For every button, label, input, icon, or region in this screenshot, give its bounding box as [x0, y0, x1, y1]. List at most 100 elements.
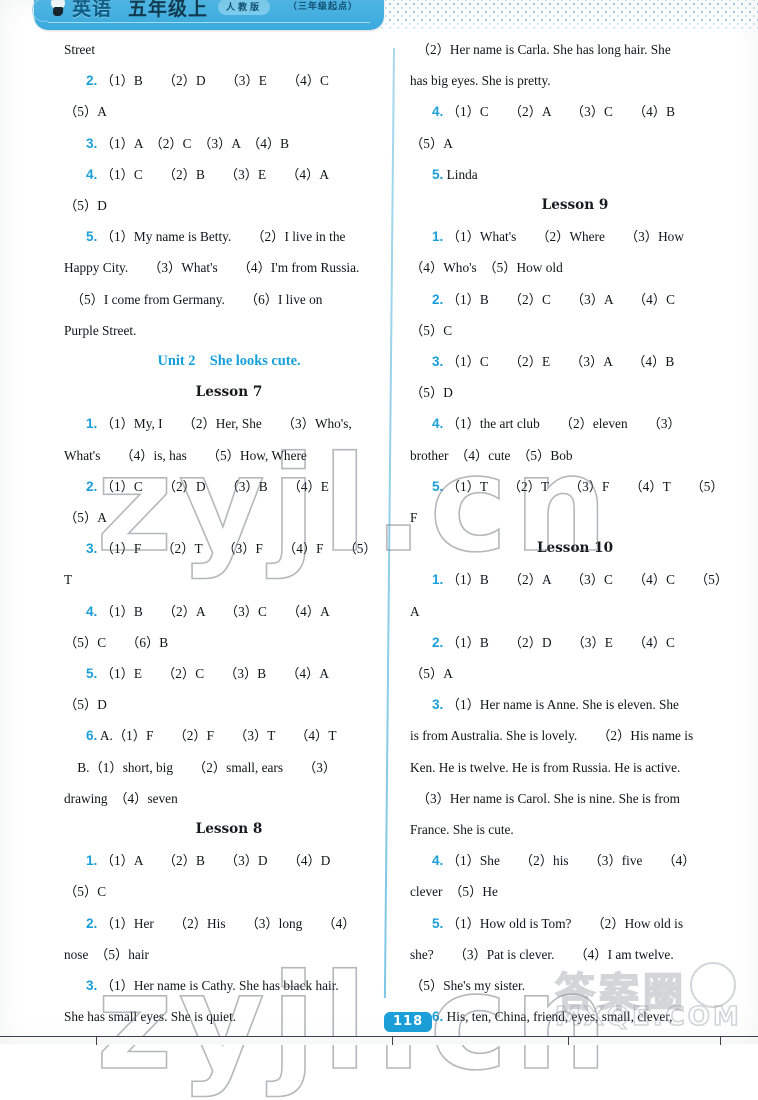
- item-text: （1）C （2）D （3）B （4）E: [97, 478, 329, 494]
- item-text: （1）My name is Betty. （2）I live in the: [97, 229, 346, 245]
- answer-text: （2）Her name is Carla. She has long hair.…: [410, 42, 671, 57]
- item-number: 2.: [432, 291, 444, 307]
- item-number: 4.: [432, 416, 444, 432]
- item-number: 2.: [86, 478, 98, 494]
- answer-item: 5. （1）How old is Tom? （2）How old is: [410, 908, 740, 939]
- answer-text: （5）A: [410, 135, 453, 151]
- answer-text: nose （5）hair: [64, 946, 149, 962]
- answer-text: A: [410, 603, 420, 619]
- right-column: （2）Her name is Carla. She has long hair.…: [410, 34, 740, 1033]
- item-text: Linda: [443, 166, 478, 182]
- item-number: 5.: [432, 166, 444, 182]
- lesson-title: Lesson 8: [195, 821, 263, 838]
- item-text: A.（1）F （2）F （3）T （4）T: [97, 728, 337, 744]
- item-number: 6.: [86, 728, 98, 744]
- item-number: 4.: [86, 603, 98, 619]
- item-number: 5.: [432, 478, 444, 494]
- item-number: 2.: [86, 915, 98, 931]
- item-number: 3.: [86, 541, 98, 557]
- answer-text: （5）A: [64, 510, 107, 526]
- page-body: Street 2. （1）B （2）D （3）E （4）C （5）A 3. （1）A …: [0, 34, 758, 1100]
- item-number: 3.: [432, 354, 444, 370]
- item-number: 1.: [432, 572, 444, 588]
- answer-item: 1. （1）B （2）A （3）C （4）C （5）: [410, 564, 740, 595]
- item-text: （1）A （2）B （3）D （4）D: [97, 853, 331, 869]
- answer-item: 3. （1）C （2）E （3）A （4）B: [410, 346, 740, 377]
- item-number: 3.: [432, 697, 444, 713]
- answer-text: drawing （4）seven: [64, 790, 178, 806]
- answer-item: 5. （1）T （2）T （3）F （4）T （5）: [410, 471, 740, 502]
- item-number: 6.: [432, 1009, 444, 1025]
- answer-item: 2. （1）B （2）C （3）A （4）C: [410, 284, 740, 315]
- answer-text: T: [64, 572, 73, 588]
- page-number-badge: 118: [384, 1012, 433, 1032]
- answer-text: has big eyes. She is pretty.: [410, 73, 551, 89]
- answer-item: 5. Linda: [410, 159, 740, 190]
- answer-text: （5）D: [64, 198, 107, 214]
- item-number: 4.: [432, 853, 444, 869]
- item-text: His, ten, China, friend, eyes, small, cl…: [443, 1009, 673, 1025]
- item-number: 3.: [86, 135, 98, 151]
- item-number: 4.: [86, 166, 98, 182]
- answer-text: Street: [64, 42, 96, 57]
- item-text: （1）How old is Tom? （2）How old is: [443, 915, 683, 931]
- answer-text: （5）I come from Germany. （6）I live on: [64, 291, 323, 307]
- answer-item: 1. （1）A （2）B （3）D （4）D: [64, 845, 394, 876]
- item-text: （1）T （2）T （3）F （4）T （5）: [443, 478, 724, 494]
- item-text: （1）She （2）his （3）five （4）: [443, 853, 696, 869]
- answer-text: she? （3）Pat is clever. （4）I am twelve.: [410, 946, 674, 962]
- answer-item: 3. （1）Her name is Cathy. She has black h…: [64, 970, 394, 1001]
- left-column: Street 2. （1）B （2）D （3）E （4）C （5）A 3. （1）A …: [64, 34, 394, 1033]
- item-text: （1）Her name is Anne. She is eleven. She: [443, 697, 679, 713]
- answer-item: 5. （1）E （2）C （3）B （4）A: [64, 658, 394, 689]
- item-text: （1）My, I （2）Her, She （3）Who's,: [97, 416, 352, 432]
- item-text: （1）B （2）D （3）E （4）C: [97, 73, 329, 89]
- item-number: 1.: [432, 229, 444, 245]
- answer-text: France. She is cute.: [410, 822, 514, 838]
- unit-title: Unit 2 She looks cute.: [157, 353, 301, 370]
- lesson-title: Lesson 10: [536, 540, 614, 557]
- answer-text: （5）A: [64, 104, 107, 120]
- item-text: （1）B （2）C （3）A （4）C: [443, 291, 675, 307]
- header-grade: 五年级上: [128, 0, 209, 20]
- item-number: 1.: [86, 416, 98, 432]
- item-text: （1）C （2）B （3）E （4）A: [97, 166, 329, 182]
- answer-text: （4）Who's （5）How old: [410, 260, 563, 276]
- answer-text: （5）A: [410, 666, 453, 682]
- answer-item: 4. （1）C （2）A （3）C （4）B: [410, 96, 740, 127]
- item-text: （1）Her name is Cathy. She has black hair…: [97, 978, 339, 994]
- answer-item: 2. （1）B （2）D （3）E （4）C: [64, 65, 394, 96]
- lesson-title: Lesson 9: [541, 197, 609, 214]
- answer-text: F: [410, 510, 418, 526]
- item-number: 1.: [86, 853, 98, 869]
- item-text: （1）E （2）C （3）B （4）A: [97, 666, 329, 682]
- answer-item: 4. （1）She （2）his （3）five （4）: [410, 845, 740, 876]
- item-text: （1）B （2）A （3）C （4）A: [97, 603, 330, 619]
- answer-text: clever （5）He: [410, 884, 498, 900]
- answer-item: 6. His, ten, China, friend, eyes, small,…: [410, 1001, 740, 1032]
- answer-item: 5. （1）My name is Betty. （2）I live in the: [64, 221, 394, 252]
- answer-text: She has small eyes. She is quiet.: [64, 1009, 237, 1025]
- answer-text: （5）C: [64, 884, 107, 900]
- answer-item: 4. （1）B （2）A （3）C （4）A: [64, 596, 394, 627]
- answer-item: 1. （1）My, I （2）Her, She （3）Who's,: [64, 408, 394, 439]
- lightbulb-icon: [48, 0, 68, 18]
- answer-item: 1. （1）What's （2）Where （3）How: [410, 221, 740, 252]
- header-dot-pattern: [370, 0, 758, 34]
- item-text: （1）What's （2）Where （3）How: [443, 229, 684, 245]
- item-text: （1）F （2）T （3）F （4）F （5）: [97, 541, 377, 557]
- answer-item: 4. （1）the art club （2）eleven （3）: [410, 408, 740, 439]
- page-header: 英语 五年级上 人教版 （三年级起点）: [0, 0, 758, 34]
- answer-text: Ken. He is twelve. He is from Russia. He…: [410, 759, 681, 775]
- answer-item: 3. （1）A （2）C （3）A （4）B: [64, 128, 394, 159]
- answer-text: （5）She's my sister.: [410, 978, 526, 994]
- item-text: （1）A （2）C （3）A （4）B: [97, 135, 290, 151]
- answer-text: brother （4）cute （5）Bob: [410, 447, 573, 463]
- item-number: 3.: [86, 978, 98, 994]
- item-text: （1）C （2）A （3）C （4）B: [443, 104, 675, 120]
- answer-item: 3. （1）F （2）T （3）F （4）F （5）: [64, 533, 394, 564]
- answer-text: （5）C: [410, 322, 453, 338]
- answer-text: What's （4）is, has （5）How, Where: [64, 447, 307, 463]
- header-subject: 英语: [72, 0, 113, 20]
- answer-text: B.（1）short, big （2）small, ears （3）: [64, 759, 337, 775]
